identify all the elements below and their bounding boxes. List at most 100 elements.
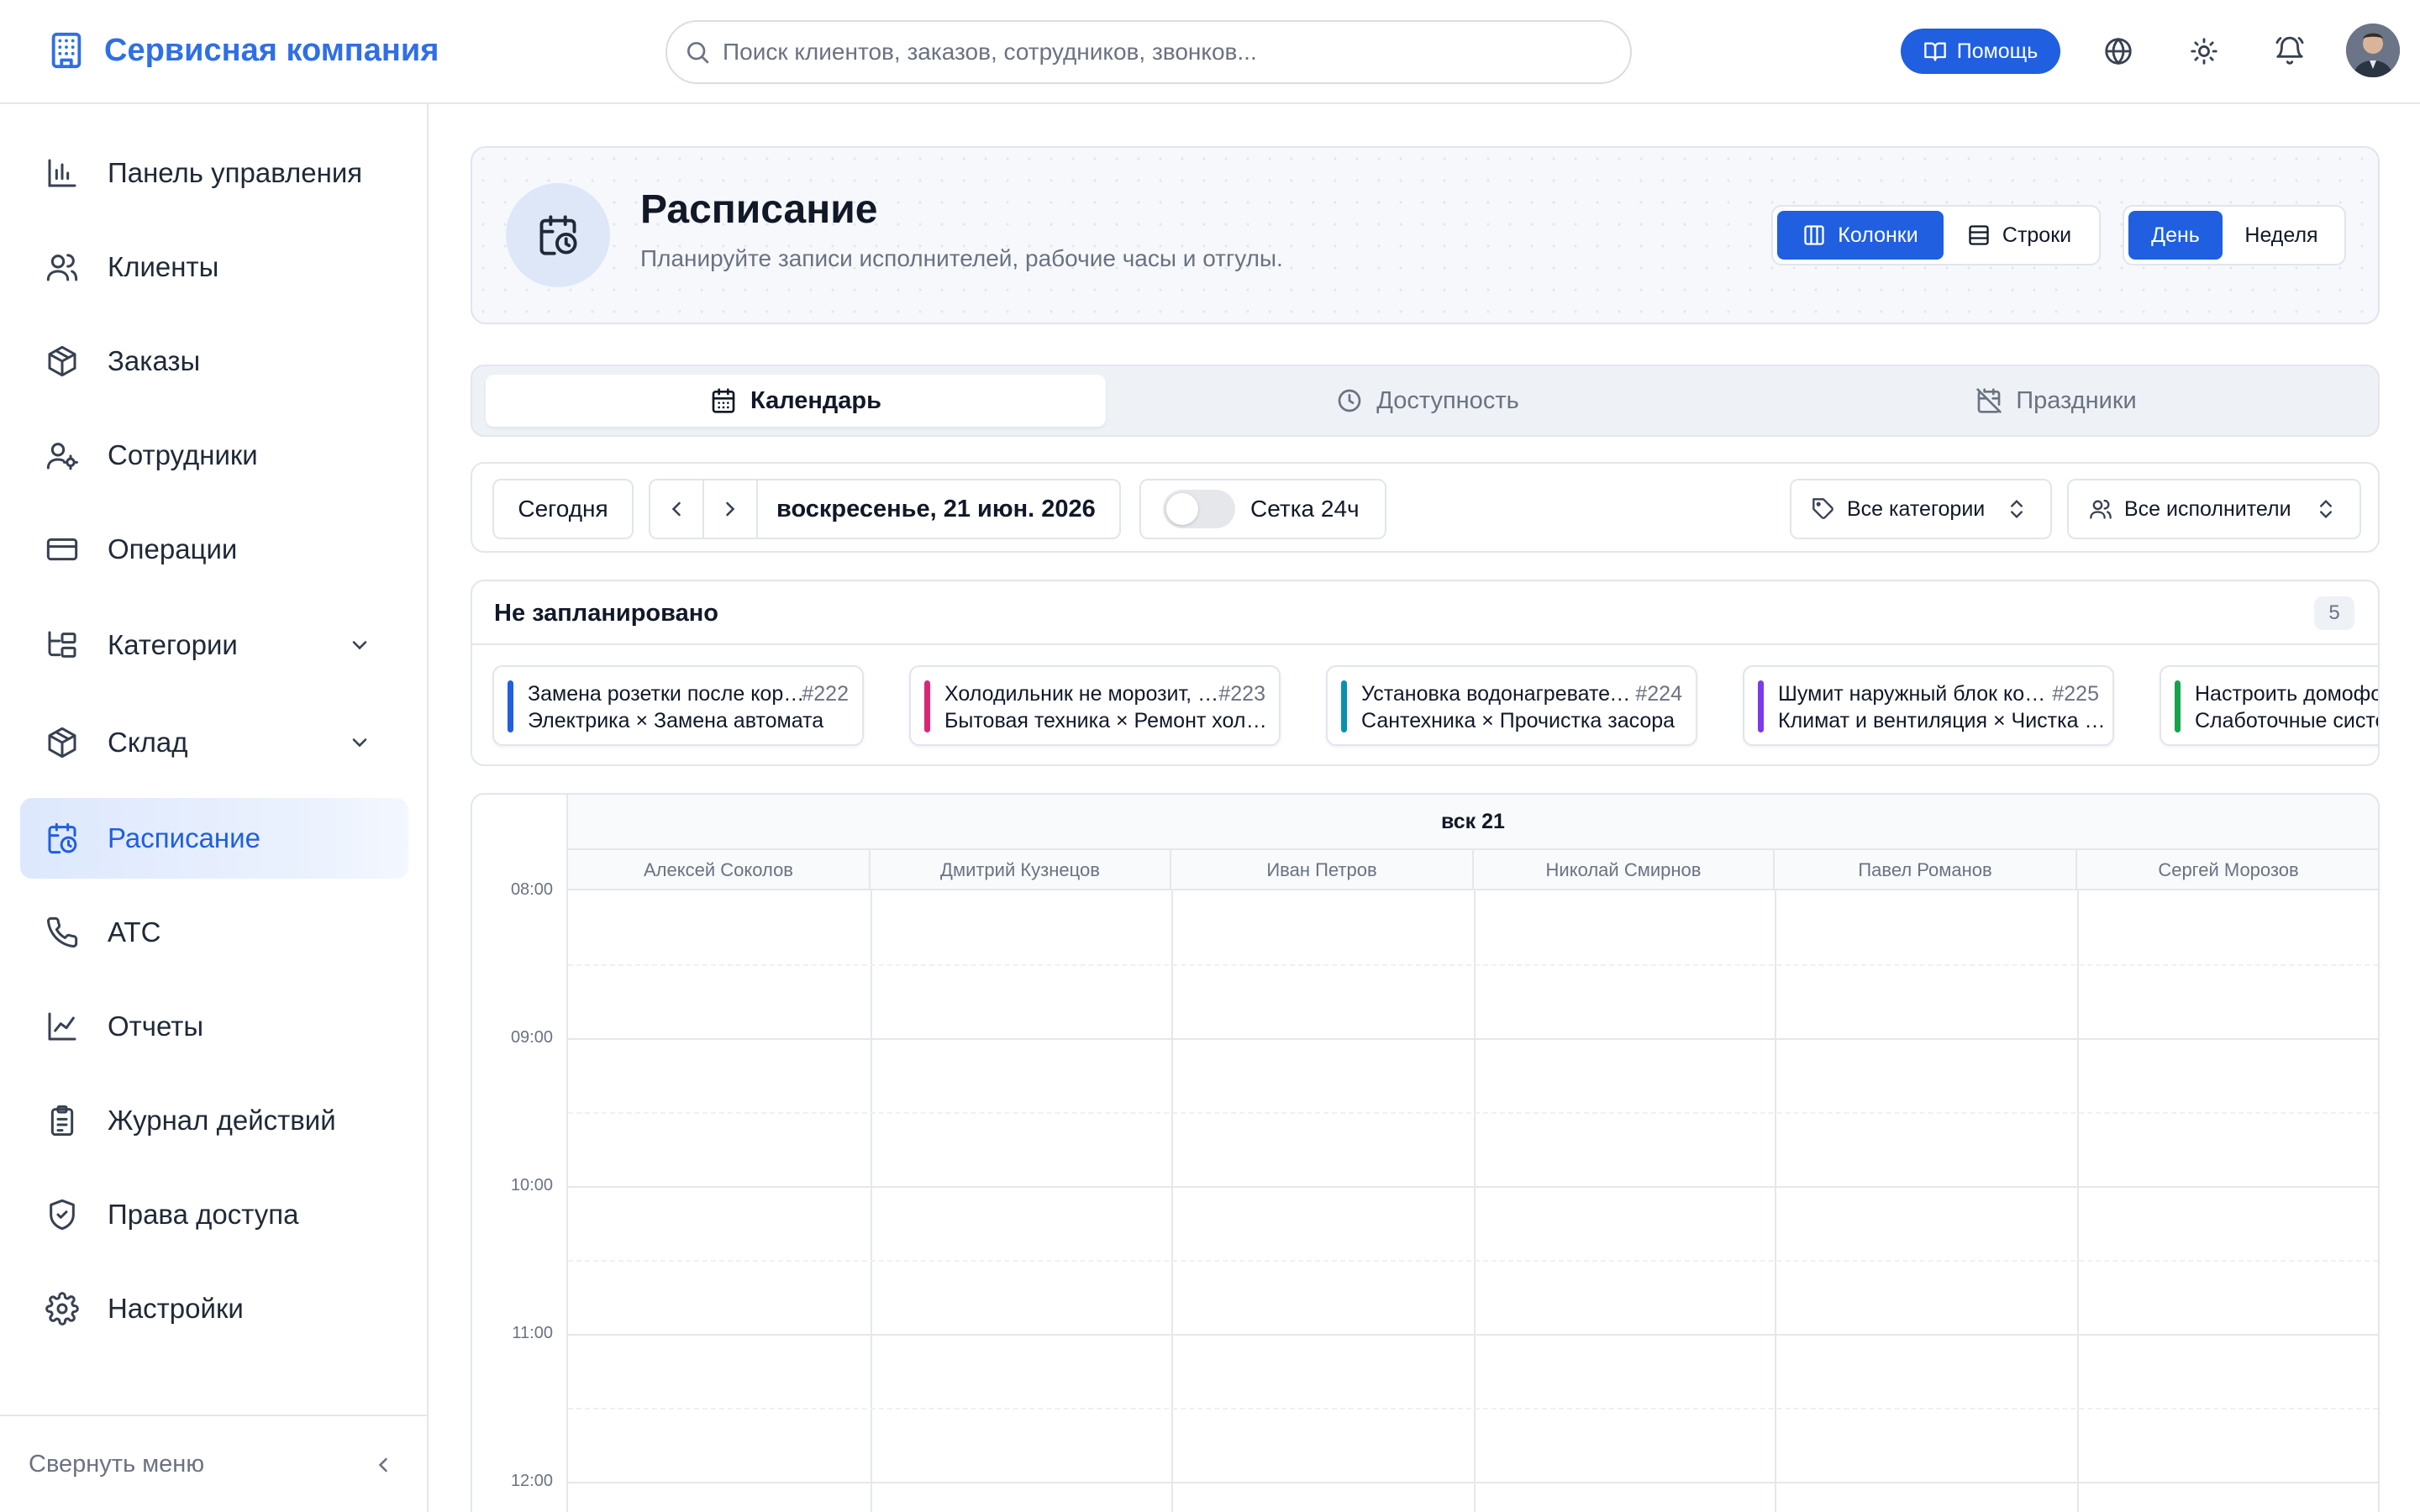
- avatar[interactable]: [2346, 24, 2400, 77]
- category-select[interactable]: Все категории: [1790, 479, 2052, 539]
- hour-line: [568, 1038, 2378, 1040]
- bar-chart-icon: [45, 156, 79, 190]
- chevron-right-icon: [718, 497, 742, 521]
- sidebar-item-clients[interactable]: Клиенты: [20, 227, 408, 307]
- sidebar-item-label: Категории: [108, 629, 238, 660]
- brand[interactable]: Сервисная компания: [47, 29, 439, 72]
- performer-column-header: Дмитрий Кузнецов: [871, 850, 1171, 890]
- sidebar-item-warehouse[interactable]: Склад: [20, 702, 408, 783]
- column-divider: [1474, 890, 1476, 1512]
- unscheduled-job-card[interactable]: Настроить домофон #226 Слаботочные систе…: [2160, 665, 2380, 746]
- chevron-down-icon[interactable]: [348, 731, 371, 754]
- job-number: #224: [1635, 682, 1682, 706]
- bell-icon[interactable]: [2274, 35, 2306, 67]
- divider: [472, 643, 2378, 645]
- sidebar-item-access-rights[interactable]: Права доступа: [20, 1174, 408, 1255]
- help-button[interactable]: Помощь: [1901, 29, 2060, 74]
- tab-calendar[interactable]: Календарь: [486, 375, 1106, 427]
- sun-icon[interactable]: [2188, 35, 2220, 67]
- chevrons-up-down-icon: [2314, 497, 2338, 521]
- unscheduled-job-card[interactable]: Замена розетки после короткого замыкания…: [492, 665, 864, 746]
- tab-holidays[interactable]: Праздники: [1746, 375, 2366, 427]
- job-category: Климат и вентиляция × Чистка кондиционер…: [1778, 709, 2106, 732]
- job-color-bar: [1758, 680, 1764, 732]
- tab-availability[interactable]: Доступность: [1118, 375, 1738, 427]
- switch-knob: [1166, 493, 1198, 525]
- calendar-grid: вск 21 Алексей Соколов Дмитрий Кузнецов …: [471, 793, 2380, 1512]
- shield-check-icon: [45, 1198, 79, 1231]
- job-category: Сантехника × Прочистка засора: [1361, 709, 1676, 732]
- tab-calendar-label: Календарь: [750, 386, 881, 414]
- calendar-icon: [710, 387, 750, 414]
- range-day-button[interactable]: День: [2128, 211, 2223, 260]
- range-week-button[interactable]: Неделя: [2223, 211, 2340, 260]
- sidebar-item-settings[interactable]: Настройки: [20, 1268, 408, 1349]
- performer-select[interactable]: Все исполнители: [2067, 479, 2361, 539]
- job-title: Установка водонагревателя в квартире: [1361, 682, 1639, 706]
- time-gutter: [472, 795, 568, 1512]
- sidebar-item-dashboard[interactable]: Панель управления: [20, 133, 408, 213]
- collapse-menu-button[interactable]: Свернуть меню: [0, 1415, 427, 1512]
- layout-columns-button[interactable]: Колонки: [1777, 211, 1944, 260]
- job-title: Настроить домофон: [2195, 682, 2380, 706]
- sidebar-item-employees[interactable]: Сотрудники: [20, 415, 408, 496]
- sidebar-item-pbx[interactable]: АТС: [20, 892, 408, 973]
- main-content: Расписание Планируйте записи исполнителе…: [430, 106, 2420, 1512]
- hour-line: [568, 1334, 2378, 1336]
- sidebar-item-label: Права доступа: [108, 1199, 299, 1230]
- top-header: Сервисная компания Помощь: [0, 0, 2420, 104]
- sidebar-item-schedule[interactable]: Расписание: [20, 798, 408, 879]
- sidebar-item-label: Настройки: [108, 1293, 244, 1324]
- hour-line: [568, 1186, 2378, 1188]
- range-toggle: День Неделя: [2123, 205, 2346, 265]
- layout-rows-button[interactable]: Строки: [1944, 211, 2095, 260]
- job-number: #223: [1218, 682, 1265, 706]
- job-color-bar: [1341, 680, 1347, 732]
- performer-column-header: Сергей Морозов: [2158, 859, 2299, 880]
- user-cog-icon: [45, 438, 79, 472]
- job-number: #222: [802, 682, 849, 706]
- sidebar-item-activity-log[interactable]: Журнал действий: [20, 1080, 408, 1161]
- tag-icon: [1812, 497, 1835, 521]
- search-box[interactable]: [666, 20, 1632, 84]
- job-title: Холодильник не морозит, нужна диагностик…: [944, 682, 1222, 706]
- unscheduled-job-card[interactable]: Холодильник не морозит, нужна диагностик…: [909, 665, 1281, 746]
- performer-column-header: Алексей Соколов: [568, 850, 871, 890]
- calendar-clock-icon: [45, 822, 79, 855]
- chevron-down-icon[interactable]: [348, 633, 371, 657]
- sidebar-item-label: Отчеты: [108, 1011, 204, 1042]
- building-icon: [47, 29, 86, 72]
- column-divider: [1171, 890, 1173, 1512]
- performer-header-row: Алексей Соколов Дмитрий Кузнецов Иван Пе…: [568, 850, 2378, 890]
- unscheduled-job-card[interactable]: Установка водонагревателя в квартире #22…: [1326, 665, 1697, 746]
- sidebar-item-categories[interactable]: Категории: [20, 605, 408, 685]
- sidebar-item-reports[interactable]: Отчеты: [20, 986, 408, 1067]
- current-date[interactable]: воскресенье, 21 июн. 2026: [776, 496, 1096, 523]
- sidebar-item-label: Сотрудники: [108, 439, 258, 470]
- job-color-bar: [2175, 680, 2181, 732]
- sidebar-item-operations[interactable]: Операции: [20, 509, 408, 590]
- today-button[interactable]: Сегодня: [492, 479, 634, 539]
- settings-icon: [45, 1292, 79, 1326]
- rows-icon: [1967, 223, 2002, 247]
- globe-icon[interactable]: [2102, 35, 2134, 67]
- clock-icon: [1336, 387, 1376, 414]
- sidebar-item-orders[interactable]: Заказы: [20, 321, 408, 402]
- package-icon: [45, 726, 79, 759]
- time-label: 12:00: [510, 1472, 553, 1490]
- job-number: #225: [2052, 682, 2099, 706]
- next-day-button[interactable]: [704, 480, 758, 538]
- grid24-toggle[interactable]: Сетка 24ч: [1139, 479, 1386, 539]
- help-label: Помощь: [1956, 39, 2039, 63]
- search-input[interactable]: [723, 39, 1563, 66]
- performer-column-header: Николай Смирнов: [1474, 850, 1775, 890]
- sidebar-item-label: Склад: [108, 727, 188, 758]
- page-title: Расписание: [640, 187, 878, 232]
- grid24-switch[interactable]: [1163, 490, 1235, 528]
- users-icon: [2089, 497, 2112, 521]
- job-title: Шумит наружный блок кондиционера: [1778, 682, 2055, 706]
- performer-select-value: Все исполнители: [2124, 496, 2291, 521]
- unscheduled-job-card[interactable]: Шумит наружный блок кондиционера #225 Кл…: [1743, 665, 2114, 746]
- prev-day-button[interactable]: [650, 480, 704, 538]
- date-navigator: воскресенье, 21 июн. 2026: [649, 479, 1121, 539]
